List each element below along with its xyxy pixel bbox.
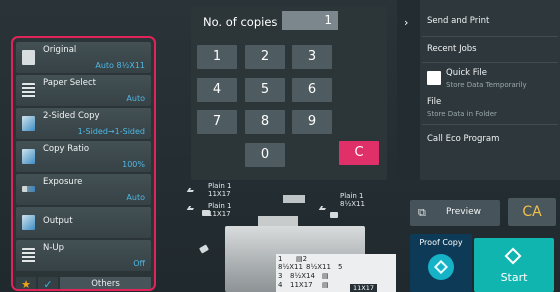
key-2[interactable]: 2 [245,45,285,69]
tray-table: 1 ▤2 8½X11 8½X11 5 3 8½X14 ▤ 4 11X17 ▤ 1… [276,254,396,292]
copies-input[interactable]: 1 [282,11,338,30]
bypass-tray-icon [199,244,209,254]
key-5[interactable]: 5 [245,78,285,102]
preview-icon: ⧉ [418,206,426,219]
output-tray-icon [186,188,196,192]
clear-all-button[interactable]: CA [508,198,556,226]
key-9[interactable]: 9 [292,110,332,134]
preview-label: Preview [446,207,482,217]
favorite-star-icon[interactable]: ★ [16,277,36,289]
key-0[interactable]: 0 [245,143,285,167]
paper-size-badge: 11X17 [350,284,377,292]
output-label: Plain 1 8½X11 [340,192,365,208]
setting-copy-ratio[interactable]: Copy Ratio 100% [16,141,151,172]
setting-label: Paper Select [43,78,96,88]
menu-call-eco-program[interactable]: Call Eco Program [427,134,499,144]
original-icon [22,50,35,65]
proof-copy-label: Proof Copy [419,238,463,247]
clear-button[interactable]: C [339,141,379,165]
n-up-icon [22,248,35,263]
setting-value: Auto 8½X11 [95,61,145,70]
proof-start-icon [428,254,454,280]
setting-paper-select[interactable]: Paper Select Auto [16,75,151,106]
exposure-icon [22,186,35,192]
key-7[interactable]: 7 [197,110,237,134]
setting-n-up[interactable]: N-Up Off [16,240,151,271]
setting-original[interactable]: Original Auto 8½X11 [16,42,151,73]
paper-icon [22,83,35,98]
output-label: Plain 1 11X17 [208,202,232,218]
key-8[interactable]: 8 [245,110,285,134]
right-menu-list [420,0,560,180]
setting-label: Copy Ratio [43,144,90,154]
preview-button[interactable]: ⧉ Preview [410,200,500,226]
quick-file-sub: Store Data Temporarily [446,81,527,89]
output-tray-icon [186,206,196,210]
file-sub: Store Data in Folder [427,110,497,118]
proof-copy-button[interactable]: Proof Copy [410,234,472,292]
setting-label: Exposure [43,177,83,187]
chevron-right-icon[interactable]: › [404,16,408,29]
duplex-icon [22,116,35,131]
setting-output[interactable]: Output [16,207,151,238]
machine-diagram: Plain 1 11X17 Plain 1 11X17 Plain 1 8½X11 1… [180,182,400,292]
paper-tray-icon [202,210,210,216]
setting-exposure[interactable]: Exposure Auto [16,174,151,205]
copies-label: No. of copies [203,15,278,29]
key-4[interactable]: 4 [197,78,237,102]
setting-label: N-Up [43,243,65,253]
setting-label: Output [43,216,73,226]
divider [422,124,558,125]
setting-2-sided-copy[interactable]: 2-Sided Copy 1-Sided→1-Sided [16,108,151,139]
menu-file[interactable]: File [427,97,441,107]
settings-panel: Original Auto 8½X11 Paper Select Auto 2-… [11,36,156,291]
paper-tray-icon [330,212,338,218]
setting-value: 100% [122,160,145,169]
menu-send-and-print[interactable]: Send and Print [427,16,489,26]
quick-file-checkbox[interactable] [427,71,441,85]
output-icon [22,215,35,230]
others-button[interactable]: Others [60,277,151,289]
copy-screen: Original Auto 8½X11 Paper Select Auto 2-… [0,0,560,292]
divider [422,36,558,37]
start-button[interactable]: Start [474,238,554,292]
setting-label: Original [43,45,77,55]
divider [422,62,558,63]
output-label: Plain 1 11X17 [208,182,232,198]
key-1[interactable]: 1 [197,45,237,69]
check-icon[interactable]: ✓ [38,277,58,289]
output-tray-icon [318,206,328,210]
setting-value: Auto [126,193,145,202]
setting-value: 1-Sided→1-Sided [77,127,145,136]
menu-recent-jobs[interactable]: Recent Jobs [427,44,477,54]
settings-footer: ★ ✓ Others [16,277,151,289]
setting-label: 2-Sided Copy [43,111,100,121]
menu-quick-file[interactable]: Quick File [446,68,487,78]
start-label: Start [500,271,528,284]
setting-value: Off [133,259,145,268]
setting-value: Auto [126,94,145,103]
start-diamond-icon [504,247,522,265]
key-3[interactable]: 3 [292,45,332,69]
finisher-top [283,195,305,203]
ratio-icon [22,149,35,164]
key-6[interactable]: 6 [292,78,332,102]
